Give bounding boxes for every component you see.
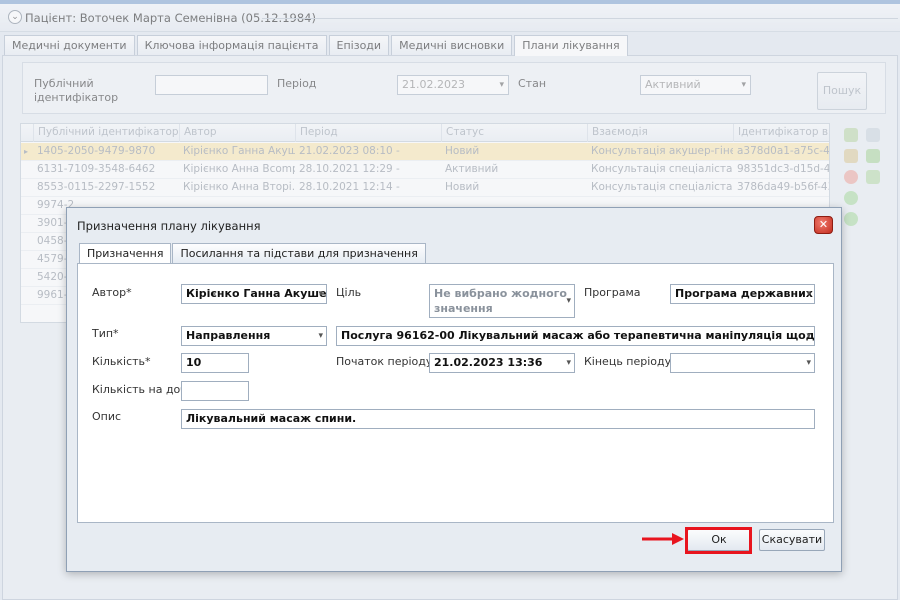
chevron-down-icon: ▾ (318, 331, 323, 341)
author-select[interactable]: Кірієнко Ганна Акушер-г▾ (181, 284, 327, 304)
service-select[interactable]: Послуга 96162-00 Лікувальний масаж або т… (336, 326, 815, 346)
period-start-value: 21.02.2023 13:36 (434, 356, 543, 369)
per-day-input[interactable] (181, 381, 249, 401)
author-label: Автор* (92, 286, 132, 299)
close-icon[interactable]: ✕ (814, 216, 833, 234)
author-value: Кірієнко Ганна Акушер-г (186, 287, 327, 300)
type-value: Направлення (186, 329, 271, 342)
goal-select[interactable]: Не вибрано жодного значення ▾ (429, 284, 575, 318)
quantity-input[interactable]: 10 (181, 353, 249, 373)
treatment-plan-dialog: Призначення плану лікування ✕ Призначенн… (66, 207, 842, 572)
program-value: Програма державних фі (675, 287, 814, 300)
goal-placeholder-2: значення (434, 302, 493, 315)
chevron-down-icon: ▾ (566, 296, 571, 306)
chevron-down-icon: ▾ (566, 358, 571, 368)
chevron-down-icon: ▾ (806, 289, 811, 299)
chevron-down-icon: ▾ (318, 289, 323, 299)
assignment-panel: Автор* Кірієнко Ганна Акушер-г▾ Ціль Не … (77, 263, 834, 523)
dialog-title: Призначення плану лікування (77, 219, 261, 233)
goal-label: Ціль (336, 286, 362, 299)
tab-assignment[interactable]: Призначення (79, 243, 172, 264)
goal-placeholder: Не вибрано жодного (434, 287, 567, 300)
type-select[interactable]: Направлення ▾ (181, 326, 327, 346)
program-label: Програма (584, 286, 641, 299)
period-start-picker[interactable]: 21.02.2023 13:36 ▾ (429, 353, 575, 373)
period-end-label: Кінець періоду (584, 355, 672, 368)
period-start-label: Початок періоду* (336, 355, 438, 368)
description-input[interactable]: Лікувальний масаж спини. (181, 409, 815, 429)
tab-references[interactable]: Посилання та підстави для призначення (172, 243, 426, 263)
chevron-down-icon: ▾ (806, 331, 811, 341)
type-label: Тип* (92, 327, 119, 340)
ok-button-highlight (685, 527, 752, 554)
cancel-button[interactable]: Скасувати (759, 529, 825, 551)
annotation-arrow-icon (642, 533, 684, 545)
service-value: Послуга 96162-00 Лікувальний масаж або т… (341, 329, 815, 342)
program-select[interactable]: Програма державних фі▾ (670, 284, 815, 304)
quantity-label: Кількість* (92, 355, 151, 368)
per-day-label: Кількість на добу (92, 383, 194, 396)
period-end-picker[interactable]: ▾ (670, 353, 815, 373)
description-label: Опис (92, 410, 122, 423)
dialog-tabs: Призначення Посилання та підстави для пр… (79, 243, 427, 264)
chevron-down-icon: ▾ (806, 358, 811, 368)
